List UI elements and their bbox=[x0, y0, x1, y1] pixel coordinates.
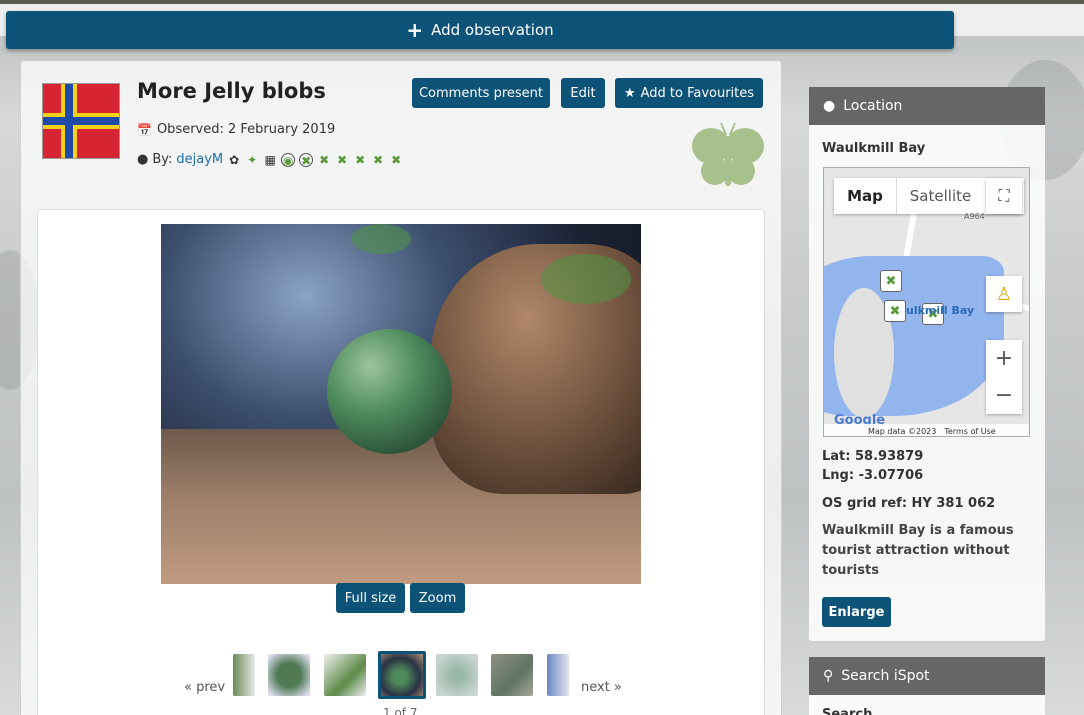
bay-label: ulkmill Bay bbox=[906, 304, 975, 317]
thumbnail[interactable] bbox=[436, 654, 478, 696]
search-icon: ⚲ bbox=[823, 668, 834, 684]
butterfly-icon bbox=[692, 122, 764, 186]
road-label: A964 bbox=[964, 212, 985, 221]
thumbnail[interactable] bbox=[268, 654, 310, 696]
reputation-badge-icon: ◉ bbox=[281, 152, 296, 168]
add-observation-button[interactable]: + Add observation bbox=[6, 11, 954, 49]
os-grid-ref: OS grid ref: HY 381 062 bbox=[822, 496, 996, 511]
star-icon: ★ bbox=[623, 85, 636, 101]
longitude: Lng: -3.07706 bbox=[822, 468, 924, 483]
zoom-button[interactable]: Zoom bbox=[410, 583, 465, 613]
search-header: ⚲ Search iSpot bbox=[809, 657, 1045, 695]
observation-marker-icon[interactable]: ✖ bbox=[884, 300, 906, 322]
map-footer: Map data ©2023 Terms of Use bbox=[824, 424, 1029, 436]
thumbnail[interactable] bbox=[324, 654, 366, 696]
pegman-icon[interactable]: ♙ bbox=[986, 276, 1022, 312]
thumbnail[interactable] bbox=[547, 654, 569, 696]
map-data-text: Map data ©2023 bbox=[868, 426, 937, 436]
thumbnail[interactable] bbox=[233, 654, 255, 696]
observer-link[interactable]: dejayM bbox=[176, 152, 223, 167]
thumbnail[interactable] bbox=[491, 654, 533, 696]
search-panel: ⚲ Search iSpot Search bbox=[809, 657, 1045, 715]
enlarge-map-button[interactable]: Enlarge bbox=[822, 597, 891, 627]
reputation-badge-icon: ✖ bbox=[355, 152, 366, 167]
full-size-button[interactable]: Full size bbox=[336, 583, 405, 613]
plus-icon: + bbox=[406, 18, 424, 42]
thumbnail-active[interactable] bbox=[378, 651, 426, 699]
reputation-badge-icon: ✿ bbox=[229, 152, 240, 167]
map-tab[interactable]: Map bbox=[834, 178, 896, 214]
zoom-out-icon[interactable]: − bbox=[995, 377, 1013, 414]
reputation-badge-icon: ✖ bbox=[391, 152, 402, 167]
fullscreen-icon[interactable]: ⛶ bbox=[986, 178, 1022, 214]
comments-present-button[interactable]: Comments present bbox=[412, 78, 550, 108]
photo-counter: 1 of 7 bbox=[383, 706, 418, 715]
reputation-badge-icon: ▦ bbox=[264, 152, 276, 167]
observation-photo[interactable] bbox=[161, 224, 641, 584]
location-description: Waulkmill Bay is a famous tourist attrac… bbox=[822, 523, 1014, 578]
user-icon: ● bbox=[137, 152, 149, 167]
edit-button[interactable]: Edit bbox=[561, 78, 605, 108]
latitude: Lat: 58.93879 bbox=[822, 449, 924, 464]
reputation-badge-icon: ✦ bbox=[247, 152, 258, 167]
reputation-badge-icon: ✖ bbox=[319, 152, 330, 167]
observed-date: 📅 Observed: 2 February 2019 bbox=[137, 122, 336, 137]
location-panel: ● Location Waulkmill Bay Map Satellite ⛶… bbox=[809, 87, 1045, 641]
calendar-icon: 📅 bbox=[137, 122, 152, 137]
add-to-favourites-button[interactable]: ★ Add to Favourites bbox=[615, 78, 763, 108]
next-link[interactable]: next » bbox=[581, 680, 622, 695]
zoom-in-icon[interactable]: + bbox=[995, 340, 1013, 377]
search-subtitle: Search bbox=[822, 707, 873, 715]
observer-byline: ● By: dejayM ✿ ✦ ▦ ◉ ✖ ✖ ✖ ✖ ✖ ✖ bbox=[137, 152, 402, 168]
add-observation-label: Add observation bbox=[431, 21, 554, 39]
reputation-badge-icon: ✖ bbox=[373, 152, 384, 167]
photo-card: Full size Zoom « prev next » 1 of 7 bbox=[37, 209, 765, 715]
observation-title: More Jelly blobs bbox=[137, 79, 326, 103]
prev-link[interactable]: « prev bbox=[184, 680, 225, 695]
observation-marker-icon[interactable]: ✖ bbox=[880, 270, 902, 292]
location-map[interactable]: Map Satellite ⛶ A964 ♙ ✖ ✖ ✖ ulkmill Bay… bbox=[823, 167, 1030, 437]
reputation-badge-icon: ✖ bbox=[299, 152, 314, 168]
location-header: ● Location bbox=[809, 87, 1045, 125]
location-name: Waulkmill Bay bbox=[822, 141, 926, 156]
observation-panel: More Jelly blobs 📅 Observed: 2 February … bbox=[20, 60, 782, 715]
orkney-flag-avatar bbox=[42, 83, 120, 159]
reputation-badge-icon: ✖ bbox=[337, 152, 348, 167]
zoom-controls: + − bbox=[986, 340, 1022, 414]
terms-link[interactable]: Terms of Use bbox=[944, 427, 995, 436]
satellite-tab[interactable]: Satellite bbox=[896, 178, 984, 214]
map-pin-icon: ● bbox=[823, 98, 836, 114]
